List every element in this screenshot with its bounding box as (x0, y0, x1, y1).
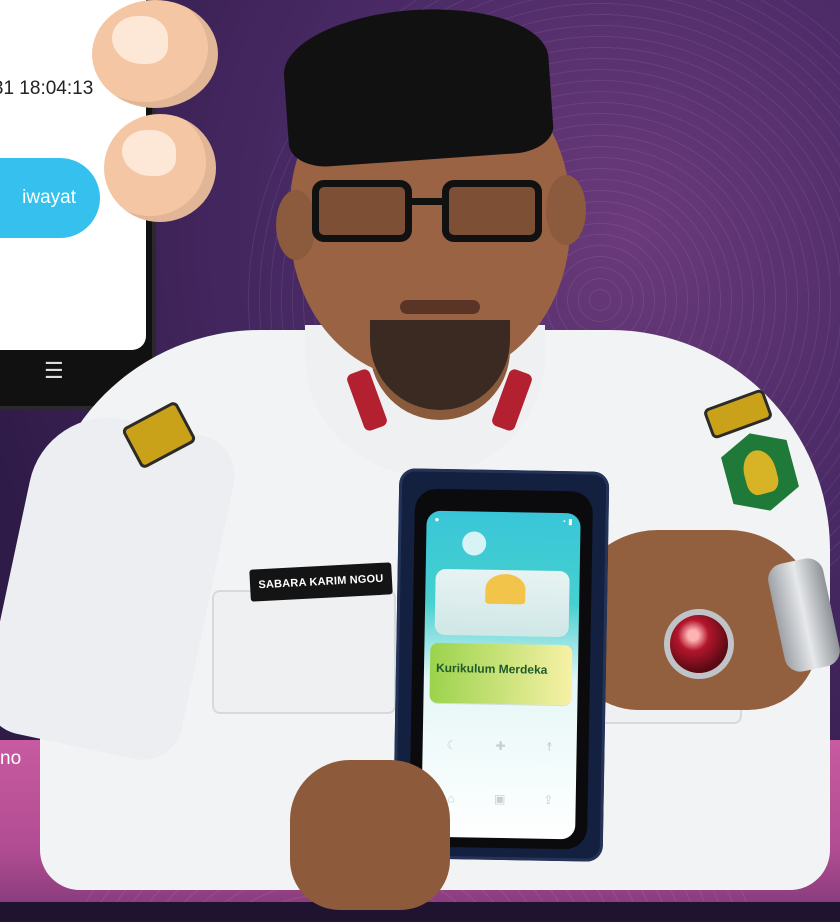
right-ear (546, 175, 586, 245)
menu-item-icon[interactable]: ☾ (430, 721, 473, 769)
left-hand (290, 760, 450, 910)
app-menu-grid: ☾ ✚ ☨ ⌂ ▣ ⇪ (429, 721, 571, 823)
banner-title: Kurikulum Merdeka (435, 660, 548, 677)
status-left: ● (434, 514, 440, 524)
menu-item-icon[interactable]: ⇪ (527, 775, 570, 823)
menu-item-icon[interactable]: ✚ (479, 722, 522, 770)
emblem-center (739, 447, 781, 498)
left-ear (276, 190, 316, 260)
ring-icon (670, 615, 728, 673)
black-cap (280, 0, 555, 170)
glasses-icon (312, 180, 548, 250)
menu-item-icon[interactable]: ☨ (528, 722, 571, 770)
right-lens (442, 180, 542, 242)
menu-item-icon[interactable]: ▣ (478, 775, 521, 823)
status-bar: ● ◔ ▮ (434, 514, 573, 529)
mosque-dome-icon (485, 573, 526, 605)
left-pocket (212, 590, 396, 714)
left-caption-text: no (0, 748, 22, 769)
status-right: ◔ ▮ (561, 517, 573, 527)
mouth (400, 300, 480, 314)
app-avatar-icon[interactable] (461, 531, 487, 556)
phone-app-screen[interactable]: ● ◔ ▮ Kurikulum Merdeka ☾ ✚ ☨ ⌂ ▣ ⇪ (421, 510, 581, 840)
left-lens (312, 180, 412, 242)
